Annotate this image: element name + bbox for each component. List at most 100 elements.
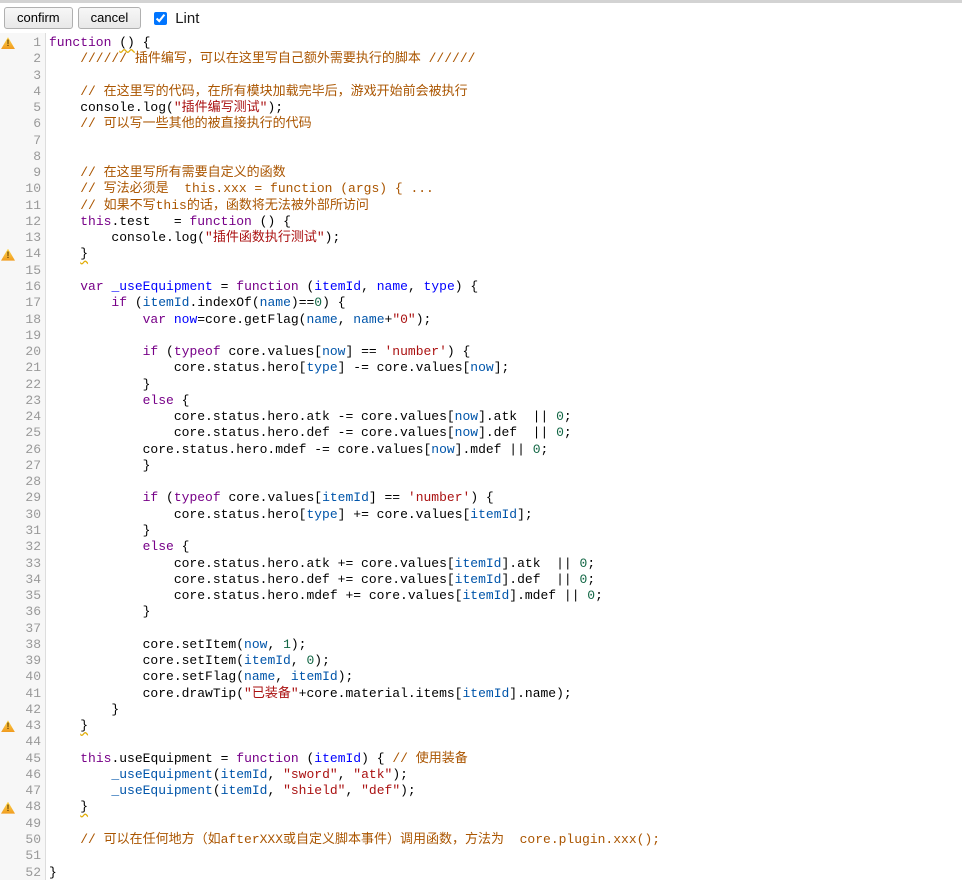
- lint-marker-empty: [0, 588, 16, 604]
- lint-marker-empty: [0, 734, 16, 750]
- code-line[interactable]: core.status.hero.def -= core.values[now]…: [46, 425, 962, 441]
- code-line[interactable]: core.status.hero.mdef -= core.values[now…: [46, 442, 962, 458]
- code-line[interactable]: }: [46, 604, 962, 620]
- code-line[interactable]: [46, 133, 962, 149]
- code-line[interactable]: }: [46, 377, 962, 393]
- code-line[interactable]: }: [46, 718, 962, 734]
- line-number: 22: [16, 377, 41, 393]
- code-line[interactable]: }: [46, 458, 962, 474]
- lint-marker-empty: [0, 572, 16, 588]
- code-line[interactable]: core.status.hero[type] -= core.values[no…: [46, 360, 962, 376]
- code-line[interactable]: else {: [46, 539, 962, 555]
- lint-warning-icon[interactable]: !: [0, 246, 16, 262]
- lint-warning-icon[interactable]: !: [0, 35, 16, 51]
- code-line[interactable]: [46, 474, 962, 490]
- code-line[interactable]: function () {: [46, 35, 962, 51]
- line-number: 8: [16, 149, 41, 165]
- code-line[interactable]: }: [46, 702, 962, 718]
- code-line[interactable]: if (typeof core.values[itemId] == 'numbe…: [46, 490, 962, 506]
- lint-marker-empty: [0, 360, 16, 376]
- code-line-row: 6 // 可以写一些其他的被直接执行的代码: [0, 116, 962, 132]
- code-line[interactable]: var now=core.getFlag(name, name+"0");: [46, 312, 962, 328]
- code-line-row: 33 core.status.hero.atk += core.values[i…: [0, 556, 962, 572]
- code-line[interactable]: [46, 734, 962, 750]
- code-line[interactable]: // 在这里写的代码，在所有模块加载完毕后，游戏开始前会被执行: [46, 84, 962, 100]
- code-line[interactable]: [46, 149, 962, 165]
- lint-marker-empty: [0, 214, 16, 230]
- code-line[interactable]: _useEquipment(itemId, "shield", "def");: [46, 783, 962, 799]
- code-line[interactable]: // 在这里写所有需要自定义的函数: [46, 165, 962, 181]
- code-line[interactable]: core.setItem(now, 1);: [46, 637, 962, 653]
- code-line[interactable]: // 可以写一些其他的被直接执行的代码: [46, 116, 962, 132]
- confirm-button[interactable]: confirm: [4, 7, 73, 29]
- code-line[interactable]: core.status.hero.atk -= core.values[now]…: [46, 409, 962, 425]
- code-line[interactable]: }: [46, 865, 962, 881]
- line-number: 36: [16, 604, 41, 620]
- code-line-row: 15: [0, 263, 962, 279]
- code-line-row: 42 }: [0, 702, 962, 718]
- code-line-row: 29 if (typeof core.values[itemId] == 'nu…: [0, 490, 962, 506]
- code-line[interactable]: [46, 263, 962, 279]
- lint-marker-empty: [0, 295, 16, 311]
- warning-triangle-icon: !: [1, 802, 15, 814]
- code-line[interactable]: console.log("插件函数执行测试");: [46, 230, 962, 246]
- code-line-row: 25 core.status.hero.def -= core.values[n…: [0, 425, 962, 441]
- code-line[interactable]: [46, 68, 962, 84]
- line-number: 13: [16, 230, 41, 246]
- code-line-row: 23 else {: [0, 393, 962, 409]
- code-line[interactable]: }: [46, 523, 962, 539]
- lint-warning-icon[interactable]: !: [0, 799, 16, 815]
- line-number: 9: [16, 165, 41, 181]
- code-line[interactable]: this.test = function () {: [46, 214, 962, 230]
- lint-checkbox[interactable]: [154, 12, 167, 25]
- code-lines: !1function () {2 ////// 插件编写，可以在这里写自己额外需…: [0, 33, 962, 881]
- code-line[interactable]: core.status.hero[type] += core.values[it…: [46, 507, 962, 523]
- code-line[interactable]: // 可以在任何地方（如afterXXX或自定义脚本事件）调用函数，方法为 co…: [46, 832, 962, 848]
- code-line[interactable]: }: [46, 799, 962, 815]
- code-line-row: 35 core.status.hero.mdef += core.values[…: [0, 588, 962, 604]
- code-line[interactable]: [46, 328, 962, 344]
- line-number: 17: [16, 295, 41, 311]
- code-line[interactable]: this.useEquipment = function (itemId) { …: [46, 751, 962, 767]
- cancel-button[interactable]: cancel: [78, 7, 142, 29]
- code-line[interactable]: // 写法必须是 this.xxx = function (args) { ..…: [46, 181, 962, 197]
- code-line[interactable]: core.drawTip("已装备"+core.material.items[i…: [46, 686, 962, 702]
- code-line-row: 40 core.setFlag(name, itemId);: [0, 669, 962, 685]
- lint-marker-empty: [0, 669, 16, 685]
- line-number: 38: [16, 637, 41, 653]
- code-line[interactable]: // 如果不写this的话，函数将无法被外部所访问: [46, 198, 962, 214]
- code-line[interactable]: core.setFlag(name, itemId);: [46, 669, 962, 685]
- lint-marker-empty: [0, 474, 16, 490]
- lint-marker-empty: [0, 165, 16, 181]
- code-line[interactable]: var _useEquipment = function (itemId, na…: [46, 279, 962, 295]
- lint-warning-icon[interactable]: !: [0, 718, 16, 734]
- lint-marker-empty: [0, 637, 16, 653]
- code-editor[interactable]: !1function () {2 ////// 插件编写，可以在这里写自己额外需…: [0, 33, 962, 880]
- code-line[interactable]: [46, 848, 962, 864]
- code-line[interactable]: core.setItem(itemId, 0);: [46, 653, 962, 669]
- code-line[interactable]: [46, 816, 962, 832]
- line-number: 28: [16, 474, 41, 490]
- code-line-row: 5 console.log("插件编写测试");: [0, 100, 962, 116]
- code-line-row: 44: [0, 734, 962, 750]
- lint-marker-empty: [0, 149, 16, 165]
- code-line-row: 4 // 在这里写的代码，在所有模块加载完毕后，游戏开始前会被执行: [0, 84, 962, 100]
- code-line[interactable]: core.status.hero.atk += core.values[item…: [46, 556, 962, 572]
- line-number: 6: [16, 116, 41, 132]
- code-line-row: 50 // 可以在任何地方（如afterXXX或自定义脚本事件）调用函数，方法为…: [0, 832, 962, 848]
- code-line[interactable]: [46, 621, 962, 637]
- code-line[interactable]: }: [46, 246, 962, 262]
- code-line[interactable]: else {: [46, 393, 962, 409]
- code-line[interactable]: core.status.hero.mdef += core.values[ite…: [46, 588, 962, 604]
- code-line[interactable]: core.status.hero.def += core.values[item…: [46, 572, 962, 588]
- code-line[interactable]: _useEquipment(itemId, "sword", "atk");: [46, 767, 962, 783]
- line-number: 43: [16, 718, 41, 734]
- line-number: 25: [16, 425, 41, 441]
- code-line[interactable]: if (itemId.indexOf(name)==0) {: [46, 295, 962, 311]
- line-number: 10: [16, 181, 41, 197]
- code-line-row: 7: [0, 133, 962, 149]
- line-number: 5: [16, 100, 41, 116]
- code-line[interactable]: console.log("插件编写测试");: [46, 100, 962, 116]
- code-line[interactable]: ////// 插件编写，可以在这里写自己额外需要执行的脚本 //////: [46, 51, 962, 67]
- code-line[interactable]: if (typeof core.values[now] == 'number')…: [46, 344, 962, 360]
